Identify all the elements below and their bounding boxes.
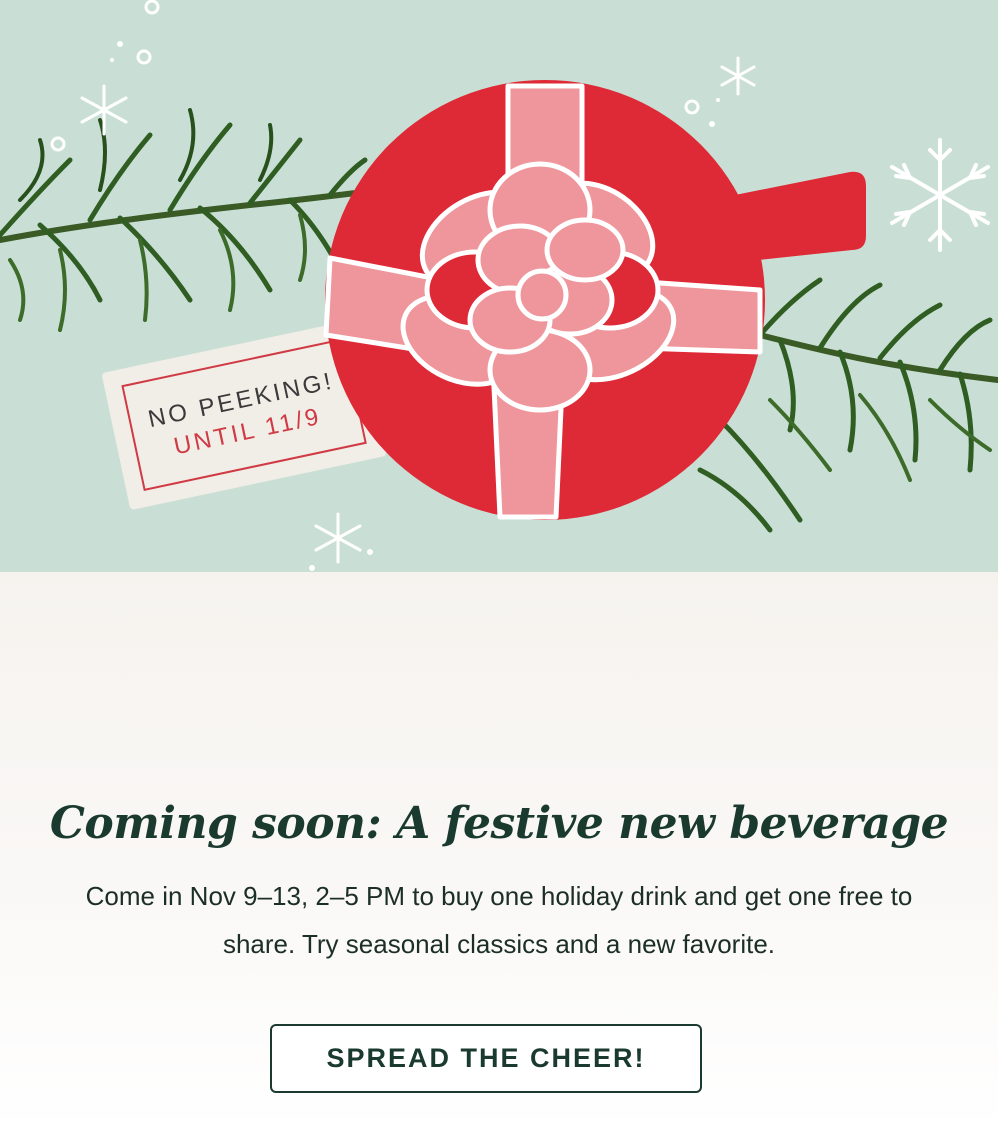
promo-section: Coming soon: A festive new beverage Come… <box>0 572 998 1132</box>
holiday-cup-illustration: NO PEEKING! UNTIL 11/9 <box>0 0 998 571</box>
promo-description-line-1: Come in Nov 9–13, 2–5 PM to buy one holi… <box>85 881 913 911</box>
promo-headline: Coming soon: A festive new beverage <box>49 798 949 849</box>
hero-banner: NO PEEKING! UNTIL 11/9 <box>0 0 998 572</box>
promo-description-line-2: share. Try seasonal classics and a new f… <box>222 929 776 959</box>
spread-the-cheer-button[interactable]: SPREAD THE CHEER! <box>270 1024 702 1093</box>
promo-description: Come in Nov 9–13, 2–5 PM to buy one holi… <box>40 872 958 968</box>
pine-branch-left <box>0 108 383 332</box>
